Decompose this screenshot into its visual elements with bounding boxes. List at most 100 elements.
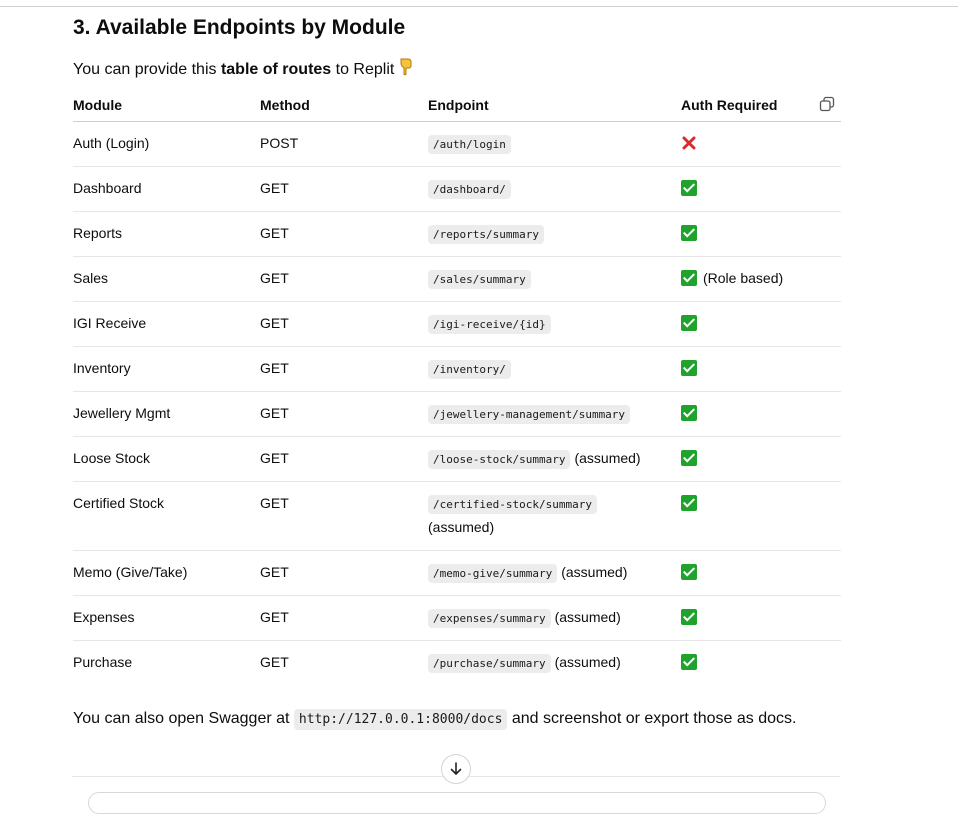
cell-endpoint: /sales/summary xyxy=(428,270,531,289)
outro-paragraph: You can also open Swagger at http://127.… xyxy=(73,709,797,730)
cell-auth xyxy=(681,405,697,421)
routes-table: Module Method Endpoint Auth Required Aut… xyxy=(73,90,841,685)
intro-bold: table of routes xyxy=(220,61,332,78)
intro-text-after: to Replit xyxy=(331,61,395,78)
cell-auth xyxy=(681,564,697,580)
table-row: Dashboard GET/dashboard/ xyxy=(73,167,841,212)
endpoint-code: /jewellery-management/summary xyxy=(428,405,631,424)
table-row: Inventory GET/inventory/ xyxy=(73,347,841,392)
cell-method: GET xyxy=(260,654,289,670)
endpoint-note: (assumed) xyxy=(574,450,641,466)
swagger-url-code: http://127.0.0.1:8000/docs xyxy=(293,709,508,730)
cell-auth xyxy=(681,654,697,670)
table-row: Reports GET/reports/summary xyxy=(73,212,841,257)
table-row: Jewellery Mgmt GET/jewellery-management/s… xyxy=(73,392,841,437)
intro-text-before: You can provide this xyxy=(73,61,221,78)
endpoint-code: /sales/summary xyxy=(428,270,531,289)
table-body: Auth (Login) POST/auth/login Dashboard GET /… xyxy=(73,122,841,685)
cell-module: Sales xyxy=(73,270,109,286)
endpoint-note: (assumed) xyxy=(554,654,621,670)
cell-auth xyxy=(681,180,697,196)
green-check-icon xyxy=(681,609,697,625)
green-check-icon xyxy=(681,270,697,286)
red-cross-icon xyxy=(682,136,696,150)
green-check-icon xyxy=(681,495,697,511)
cell-method: POST xyxy=(260,135,299,151)
table-row: Expenses GET/expenses/summary (assumed) xyxy=(73,596,841,641)
copy-table-icon[interactable] xyxy=(819,96,835,112)
green-check-icon xyxy=(681,315,697,331)
header-module: Module xyxy=(73,97,122,113)
scroll-to-bottom-button[interactable] xyxy=(441,754,471,784)
green-check-icon xyxy=(681,450,697,466)
endpoint-code: /inventory/ xyxy=(428,360,511,379)
pointing-down-icon xyxy=(398,58,414,81)
endpoint-note: (assumed) xyxy=(554,609,621,625)
cell-module: Auth (Login) xyxy=(73,135,150,151)
cell-method: GET xyxy=(260,360,289,376)
heading-number: 3. xyxy=(73,16,91,39)
cell-method: GET xyxy=(260,180,289,196)
endpoint-code: /certified-stock/summary xyxy=(428,495,597,514)
cell-method: GET xyxy=(260,450,289,466)
section-heading: 3. Available Endpoints by Module xyxy=(73,16,405,40)
cell-module: Expenses xyxy=(73,609,135,625)
endpoint-code: /purchase/summary xyxy=(428,654,551,673)
table-row: Auth (Login) POST/auth/login xyxy=(73,122,841,167)
cell-method: GET xyxy=(260,315,289,331)
cell-method: GET xyxy=(260,609,289,625)
green-check-icon xyxy=(681,225,697,241)
auth-note: (Role based) xyxy=(703,270,784,286)
green-check-icon xyxy=(681,564,697,580)
header-method: Method xyxy=(260,97,310,113)
cell-auth xyxy=(681,315,697,331)
table-row: Purchase GET/purchase/summary (assumed) xyxy=(73,641,841,685)
cell-auth xyxy=(681,609,697,625)
cell-endpoint: /jewellery-management/summary xyxy=(428,405,631,424)
cell-auth xyxy=(681,360,697,376)
endpoint-code: /memo-give/summary xyxy=(428,564,558,583)
table-row: Sales GET/sales/summary (Role based) xyxy=(73,257,841,302)
endpoint-note: (assumed) xyxy=(428,519,495,535)
table-row: Memo (Give/Take) GET/memo-give/summary (as… xyxy=(73,551,841,596)
cell-endpoint: /purchase/summary (assumed) xyxy=(428,654,621,673)
cell-module: Certified Stock xyxy=(73,495,165,511)
outro-text-after: and screenshot or export those as docs. xyxy=(507,710,797,727)
cell-endpoint: /reports/summary xyxy=(428,225,544,244)
cell-method: GET xyxy=(260,495,289,511)
endpoint-note: (assumed) xyxy=(561,564,628,580)
composer-input-edge[interactable] xyxy=(88,792,826,814)
cell-module: IGI Receive xyxy=(73,315,147,331)
cell-auth: (Role based) xyxy=(681,270,783,286)
cell-endpoint: /dashboard/ xyxy=(428,180,511,199)
top-divider xyxy=(0,6,958,7)
green-check-icon xyxy=(681,360,697,376)
cell-endpoint: /inventory/ xyxy=(428,360,511,379)
cell-module: Loose Stock xyxy=(73,450,151,466)
cell-auth xyxy=(681,495,697,511)
header-endpoint: Endpoint xyxy=(428,97,489,113)
table-row: IGI Receive GET/igi-receive/{id} xyxy=(73,302,841,347)
cell-module: Reports xyxy=(73,225,123,241)
table-row: Loose Stock GET/loose-stock/summary (assum… xyxy=(73,437,841,482)
cell-method: GET xyxy=(260,405,289,421)
cell-module: Purchase xyxy=(73,654,133,670)
cell-endpoint: /memo-give/summary (assumed) xyxy=(428,564,628,583)
cell-module: Dashboard xyxy=(73,180,142,196)
intro-paragraph: You can provide this table of routes to … xyxy=(73,58,414,81)
cell-method: GET xyxy=(260,564,289,580)
endpoint-code: /auth/login xyxy=(428,135,511,154)
cell-endpoint: /igi-receive/{id} xyxy=(428,315,551,334)
green-check-icon xyxy=(681,654,697,670)
cell-auth xyxy=(681,450,697,466)
cell-module: Jewellery Mgmt xyxy=(73,405,171,421)
header-auth-required: Auth Required xyxy=(681,97,778,113)
cell-endpoint: /auth/login xyxy=(428,135,511,154)
endpoint-code: /loose-stock/summary xyxy=(428,450,571,469)
cell-endpoint: /certified-stock/summary (assumed) xyxy=(428,495,597,535)
cell-auth xyxy=(681,135,697,151)
outro-text-before: You can also open Swagger at xyxy=(73,710,294,727)
endpoint-code: /reports/summary xyxy=(428,225,544,244)
cell-auth xyxy=(681,225,697,241)
cell-method: GET xyxy=(260,270,289,286)
